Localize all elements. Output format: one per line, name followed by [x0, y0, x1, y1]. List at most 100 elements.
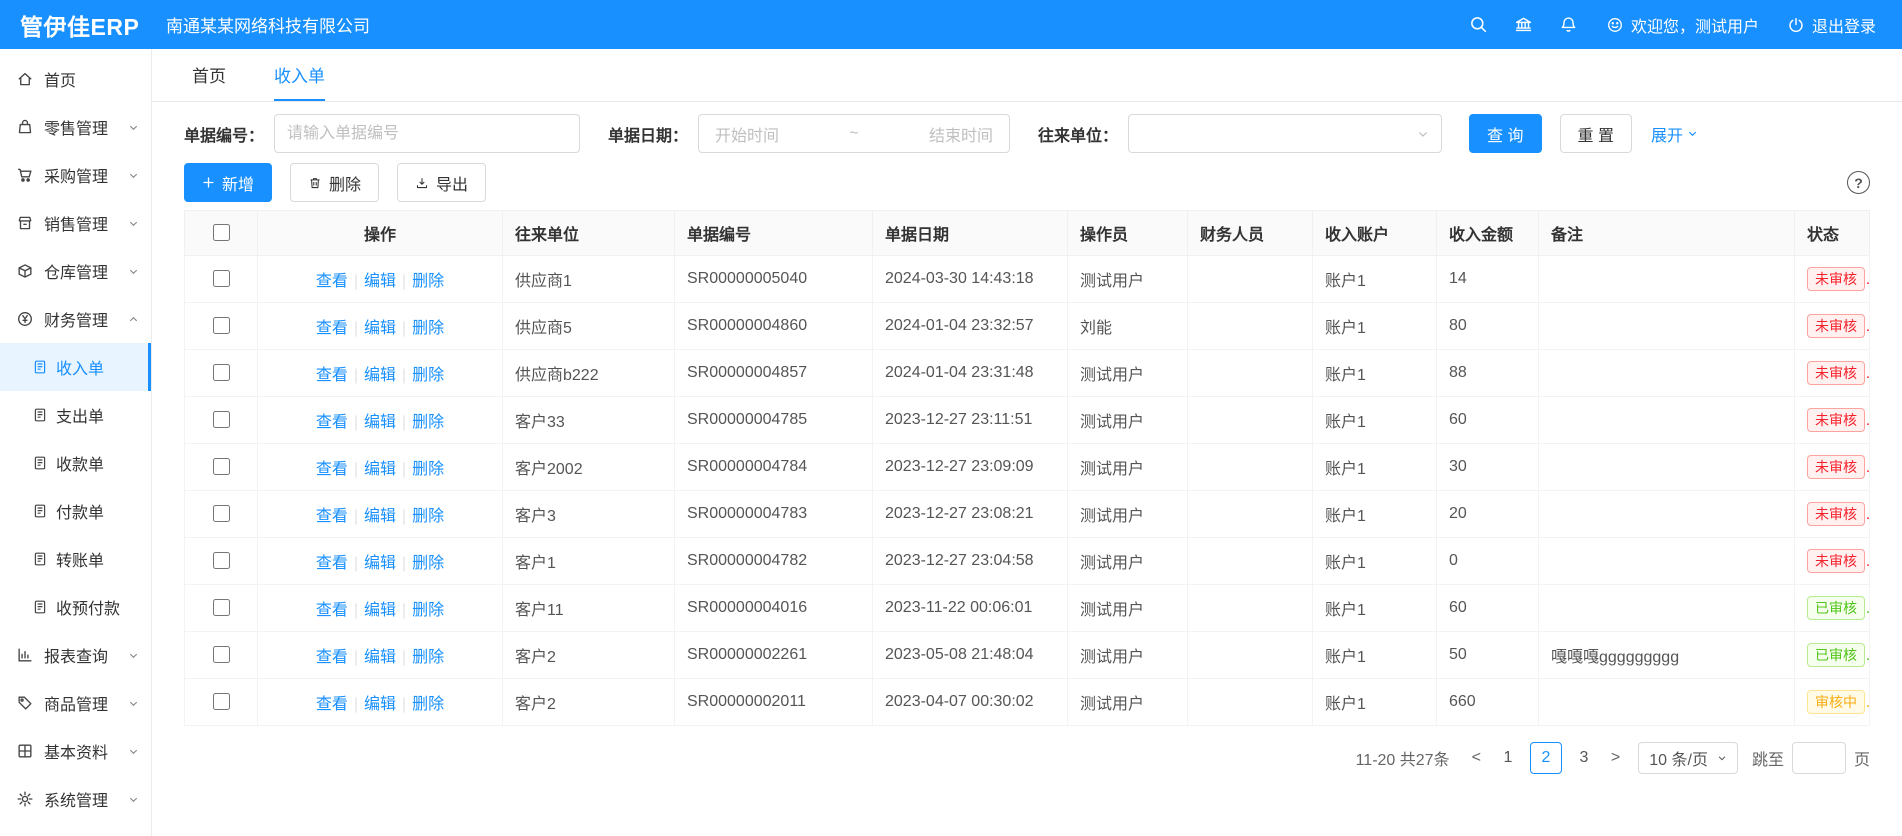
sidebar-item-system[interactable]: 系统管理 — [0, 775, 151, 823]
pagination: 11-20 共27条 < 1 2 3 > 10 条/页 跳至 页 — [184, 742, 1870, 774]
income-table: 操作 往来单位 单据编号 单据日期 操作员 财务人员 收入账户 收入金额 备注 … — [184, 210, 1870, 726]
edit-link[interactable]: 编辑 — [364, 320, 396, 337]
page-size-select[interactable]: 10 条/页 — [1638, 742, 1738, 774]
view-link[interactable]: 查看 — [316, 696, 348, 713]
partner-select[interactable] — [1128, 114, 1442, 153]
date-range-picker[interactable]: 开始时间 ~ 结束时间 — [698, 114, 1010, 153]
edit-link[interactable]: 编辑 — [364, 555, 396, 572]
sidebar-item-home[interactable]: 首页 — [0, 55, 151, 103]
logout-button[interactable]: 退出登录 — [1787, 13, 1876, 37]
help-icon[interactable]: ? — [1847, 171, 1870, 194]
row-checkbox[interactable] — [213, 552, 230, 569]
cell-operator: 刘能 — [1068, 303, 1188, 350]
view-link[interactable]: 查看 — [316, 555, 348, 572]
edit-link[interactable]: 编辑 — [364, 414, 396, 431]
sidebar-item-label: 收入单 — [56, 355, 104, 379]
prev-page-button[interactable]: < — [1464, 749, 1489, 767]
view-link[interactable]: 查看 — [316, 273, 348, 290]
user-welcome[interactable]: 欢迎您，测试用户 — [1606, 13, 1759, 37]
edit-link[interactable]: 编辑 — [364, 461, 396, 478]
edit-link[interactable]: 编辑 — [364, 649, 396, 666]
sidebar-item-income-bill[interactable]: 收入单 — [0, 343, 151, 391]
row-checkbox[interactable] — [213, 505, 230, 522]
expand-toggle[interactable]: 展开 — [1651, 122, 1698, 146]
cell-operator: 测试用户 — [1068, 397, 1188, 444]
sidebar-item-finance[interactable]: 财务管理 — [0, 295, 151, 343]
bill-no-input[interactable] — [274, 114, 580, 153]
add-button[interactable]: 新增 — [184, 163, 272, 202]
export-button[interactable]: 导出 — [397, 163, 486, 202]
select-all-checkbox[interactable] — [213, 224, 230, 241]
bank-icon[interactable] — [1514, 15, 1533, 34]
chevron-up-icon — [128, 314, 139, 325]
reset-button[interactable]: 重 置 — [1560, 114, 1632, 153]
sidebar-item-purchase[interactable]: 采购管理 — [0, 151, 151, 199]
delete-link[interactable]: 删除 — [412, 461, 444, 478]
delete-link[interactable]: 删除 — [412, 320, 444, 337]
edit-link[interactable]: 编辑 — [364, 696, 396, 713]
row-checkbox[interactable] — [213, 270, 230, 287]
chevron-down-icon — [1717, 753, 1727, 763]
view-link[interactable]: 查看 — [316, 602, 348, 619]
jump-suffix: 页 — [1854, 746, 1870, 770]
edit-link[interactable]: 编辑 — [364, 508, 396, 525]
sidebar-item-transfer-bill[interactable]: 转账单 — [0, 535, 151, 583]
table-row: 查看|编辑|删除 客户1 SR00000004782 2023-12-27 23… — [185, 538, 1870, 585]
action-divider: | — [354, 602, 358, 619]
view-link[interactable]: 查看 — [316, 508, 348, 525]
delete-link[interactable]: 删除 — [412, 414, 444, 431]
sidebar-item-retail[interactable]: 零售管理 — [0, 103, 151, 151]
sidebar-item-expense-bill[interactable]: 支出单 — [0, 391, 151, 439]
view-link[interactable]: 查看 — [316, 367, 348, 384]
search-icon[interactable] — [1469, 15, 1488, 34]
view-link[interactable]: 查看 — [316, 461, 348, 478]
date-separator: ~ — [849, 125, 858, 143]
delete-link[interactable]: 删除 — [412, 367, 444, 384]
cell-actions: 查看|编辑|删除 — [258, 538, 503, 585]
edit-link[interactable]: 编辑 — [364, 273, 396, 290]
search-button[interactable]: 查 询 — [1469, 114, 1541, 153]
row-checkbox[interactable] — [213, 317, 230, 334]
row-checkbox[interactable] — [213, 364, 230, 381]
row-checkbox[interactable] — [213, 693, 230, 710]
view-link[interactable]: 查看 — [316, 320, 348, 337]
sidebar-item-payment-bill[interactable]: 付款单 — [0, 487, 151, 535]
sidebar-item-base-data[interactable]: 基本资料 — [0, 727, 151, 775]
jump-page-input[interactable] — [1792, 742, 1846, 774]
row-checkbox[interactable] — [213, 646, 230, 663]
sidebar-item-warehouse[interactable]: 仓库管理 — [0, 247, 151, 295]
delete-link[interactable]: 删除 — [412, 273, 444, 290]
row-checkbox[interactable] — [213, 458, 230, 475]
view-link[interactable]: 查看 — [316, 414, 348, 431]
bell-icon[interactable] — [1559, 15, 1578, 34]
sidebar-item-receipt-bill[interactable]: 收款单 — [0, 439, 151, 487]
tab-income-bill[interactable]: 收入单 — [274, 49, 325, 101]
delete-link[interactable]: 删除 — [412, 508, 444, 525]
filter-row: 单据编号： 单据日期： 开始时间 ~ 结束时间 往来单位： 查 询 重 置 展开 — [184, 114, 1870, 153]
sidebar-item-advance-receipt[interactable]: 收预付款 — [0, 583, 151, 631]
delete-link[interactable]: 删除 — [412, 555, 444, 572]
cell-actions: 查看|编辑|删除 — [258, 632, 503, 679]
edit-link[interactable]: 编辑 — [364, 602, 396, 619]
sidebar-item-sales[interactable]: 销售管理 — [0, 199, 151, 247]
view-link[interactable]: 查看 — [316, 649, 348, 666]
page-button-1[interactable]: 1 — [1492, 742, 1524, 774]
cell-partner: 供应商b222 — [503, 350, 675, 397]
cell-finance — [1188, 444, 1313, 491]
page-button-2-current[interactable]: 2 — [1530, 742, 1562, 774]
page-button-3[interactable]: 3 — [1568, 742, 1600, 774]
next-page-button[interactable]: > — [1603, 749, 1628, 767]
edit-link[interactable]: 编辑 — [364, 367, 396, 384]
tab-home[interactable]: 首页 — [192, 49, 226, 101]
sidebar-item-goods[interactable]: 商品管理 — [0, 679, 151, 727]
delete-link[interactable]: 删除 — [412, 696, 444, 713]
delete-button[interactable]: 删除 — [290, 163, 379, 202]
cell-bill-no: SR00000004857 — [675, 350, 873, 397]
document-icon — [32, 551, 48, 567]
delete-link[interactable]: 删除 — [412, 649, 444, 666]
action-divider: | — [354, 414, 358, 431]
row-checkbox[interactable] — [213, 599, 230, 616]
sidebar-item-reports[interactable]: 报表查询 — [0, 631, 151, 679]
row-checkbox[interactable] — [213, 411, 230, 428]
delete-link[interactable]: 删除 — [412, 602, 444, 619]
